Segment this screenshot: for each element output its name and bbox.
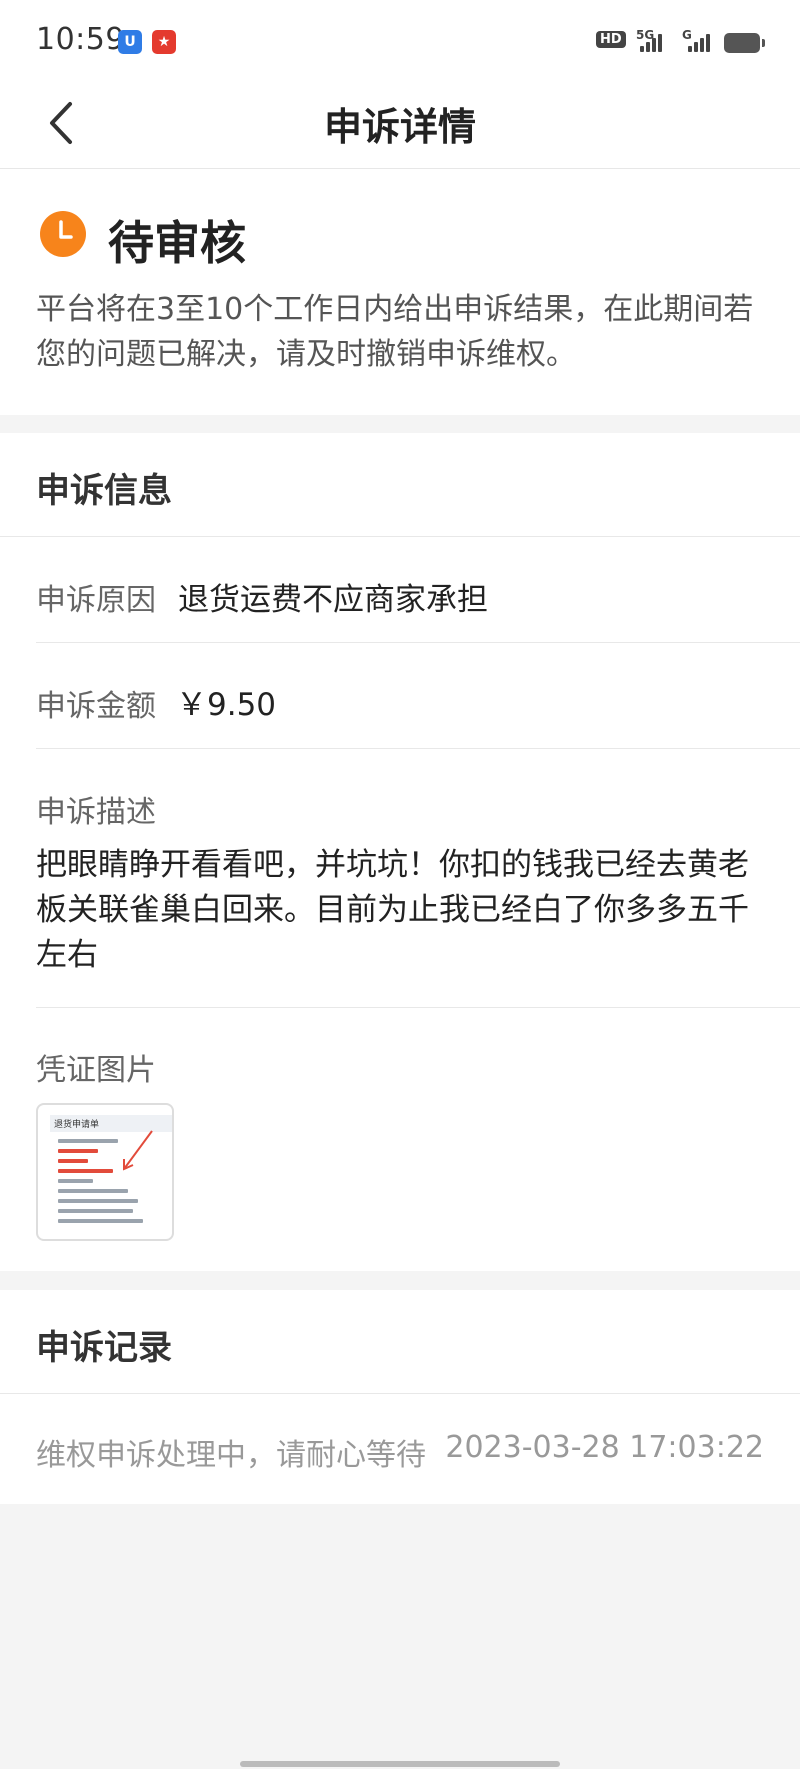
status-time: 10:59 (36, 22, 125, 57)
notification-app-icon: U (118, 30, 142, 54)
battery-icon (724, 33, 765, 53)
amount-value: ￥9.50 (176, 687, 277, 723)
status-description: 平台将在3至10个工作日内给出申诉结果，在此期间若您的问题已解决，请及时撤销申诉… (36, 292, 754, 372)
signal-icon (640, 30, 662, 52)
record-entry-text: 维权申诉处理中，请耐心等待 (36, 1438, 426, 1473)
annotation-arrow-icon (123, 1130, 153, 1171)
section-title-appeal-record: 申诉记录 (36, 1328, 172, 1368)
signal-icon-2 (688, 30, 710, 52)
page-title: 申诉详情 (323, 105, 476, 149)
reason-label: 申诉原因 (36, 583, 156, 618)
status-card: 待审核 平台将在3至10个工作日内给出申诉结果，在此期间若您的问题已解决，请及时… (0, 169, 800, 415)
divider (36, 748, 800, 749)
reason-value: 退货运费不应商家承担 (178, 582, 488, 618)
divider (36, 642, 800, 643)
description-value: 把眼睛睁开看看吧，并坑坑！你扣的钱我已经去黄老板关联雀巢白回来。目前为止我已经白… (36, 847, 749, 973)
section-title-appeal-info: 申诉信息 (36, 471, 172, 511)
record-entry-time: 2023-03-28 17:03:22 (445, 1430, 764, 1465)
appeal-record-card: 申诉记录 维权申诉处理中，请耐心等待 2023-03-28 17:03:22 (0, 1290, 800, 1504)
evidence-label: 凭证图片 (36, 1053, 156, 1088)
divider (36, 1007, 800, 1008)
appeal-info-card: 申诉信息 申诉原因 退货运费不应商家承担 申诉金额 ￥9.50 申诉描述 把眼睛… (0, 433, 800, 1271)
notification-app-icon-2: ★ (152, 30, 176, 54)
status-bar: 10:59 U ★ HD 5G G (0, 0, 800, 80)
evidence-image-thumbnail[interactable]: 退货申请单 (36, 1103, 174, 1241)
nav-bar: 申诉详情 (0, 80, 800, 169)
description-label: 申诉描述 (36, 795, 156, 830)
divider (0, 1393, 800, 1394)
divider (0, 536, 800, 537)
hd-icon: HD (596, 31, 626, 48)
home-indicator[interactable] (240, 1761, 560, 1767)
status-title: 待审核 (108, 216, 246, 270)
amount-label: 申诉金额 (36, 689, 156, 724)
clock-icon (40, 211, 86, 257)
